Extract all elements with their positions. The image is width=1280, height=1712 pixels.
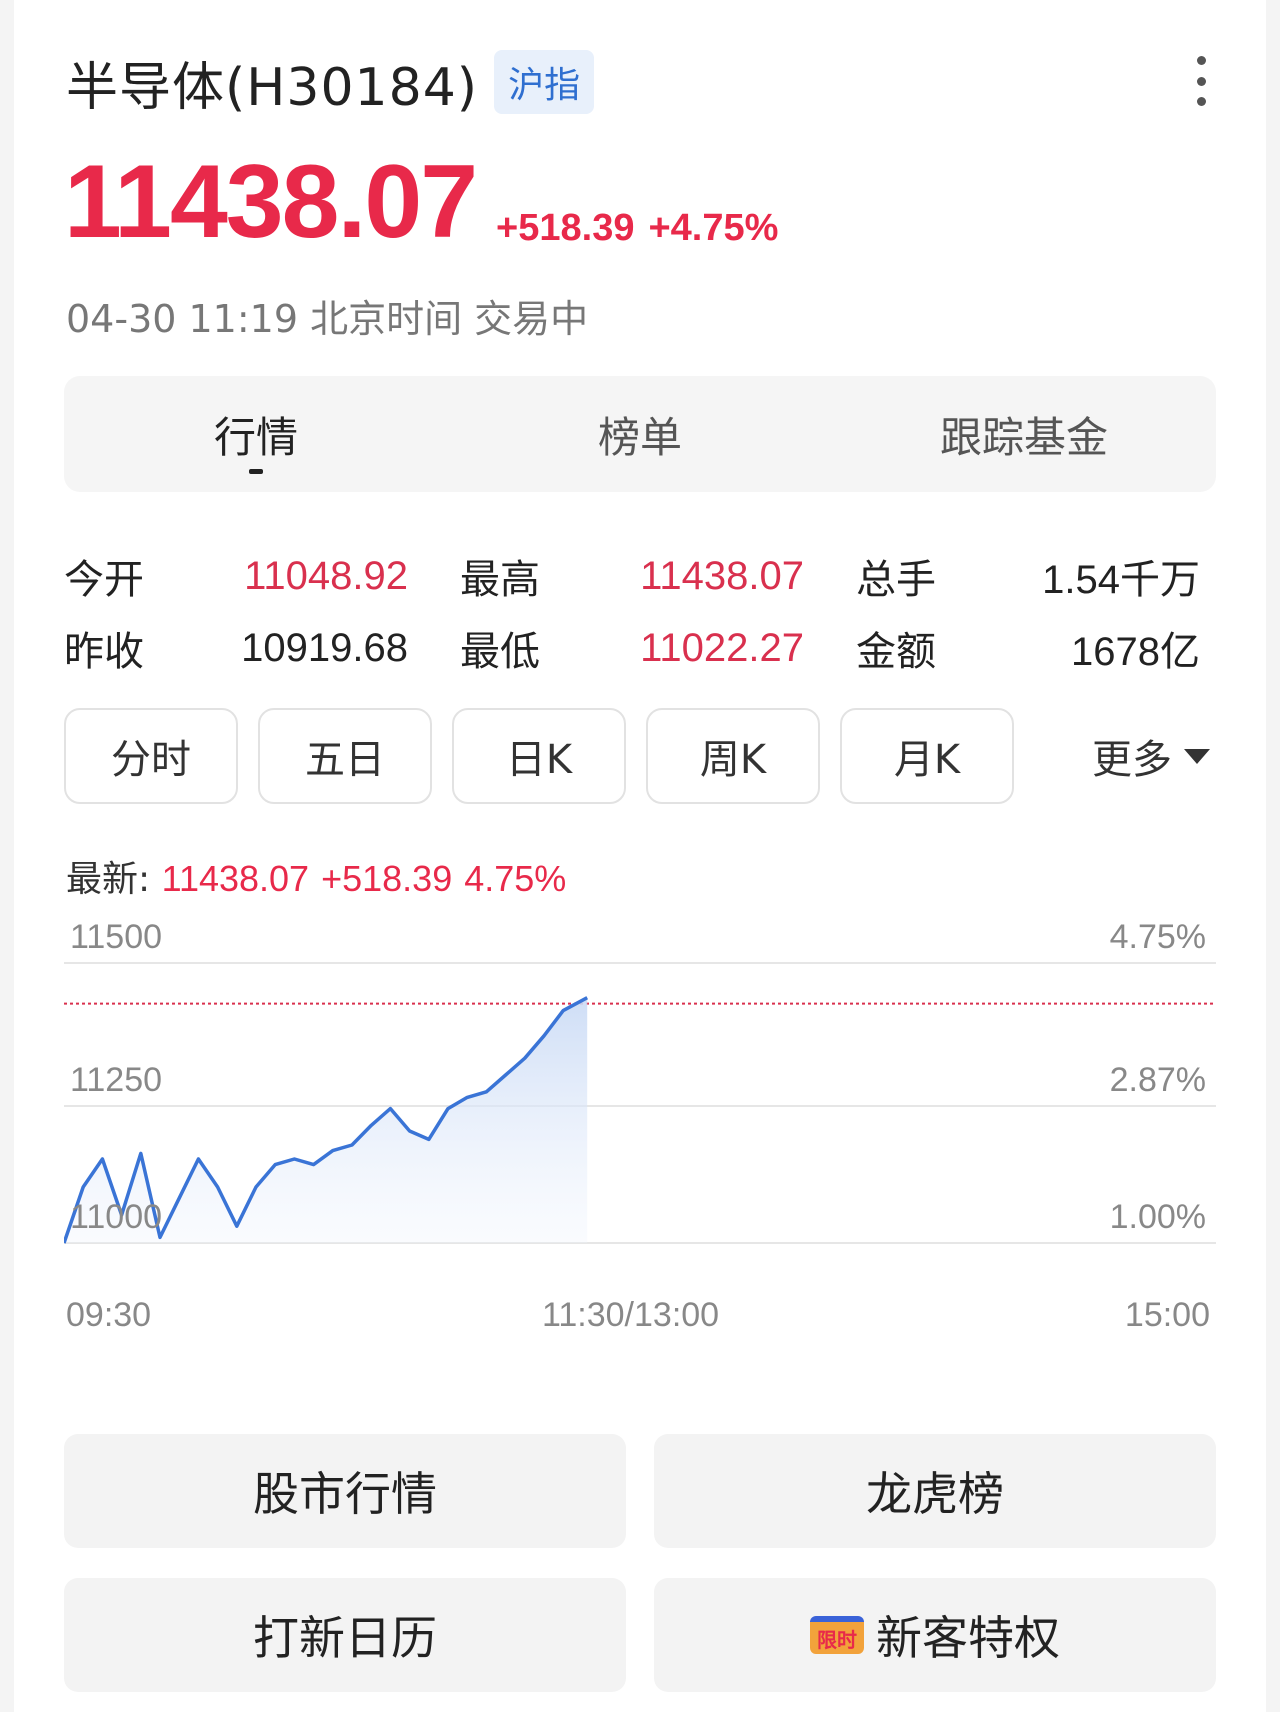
period-more-label: 更多 [1092,737,1172,783]
period-monthly-k-button[interactable]: 月K [840,708,1014,804]
period-intraday-button[interactable]: 分时 [64,708,238,804]
stat-value: 11048.92 [244,553,408,598]
stat-value: 11438.07 [640,553,804,598]
stat-value: 1678亿 [1071,630,1200,674]
stat-open: 今开 11048.92 [64,547,424,605]
y-axis-pct-tick-label: 2.87% [1109,1061,1206,1099]
stat-low: 最低 11022.27 [424,619,820,677]
stats-grid: 今开 11048.92 最高 11438.07 总手 1.54千万 昨收 109… [64,540,1216,684]
current-price: 11438.07 [64,144,478,260]
stat-turnover: 金额 1678亿 [820,619,1216,677]
price-row: 11438.07 +518.39 +4.75% [64,150,778,254]
dragon-tiger-list-button[interactable]: 龙虎榜 [654,1434,1216,1548]
y-axis-pct-tick-label: 4.75% [1109,918,1206,956]
stat-label: 总手 [856,557,936,603]
more-options-icon[interactable] [1190,56,1212,106]
tab-label: 跟踪基金 [939,412,1108,462]
index-title: 半导体(H30184) [66,57,479,118]
stat-label: 最高 [460,557,540,603]
tab-label: 行情 [213,412,298,462]
y-axis-tick-label: 11500 [70,918,163,956]
quick-link-label: 龙虎榜 [866,1467,1004,1521]
stat-label: 今开 [64,557,144,603]
period-selector: 分时 五日 日K 周K 月K 更多 [64,708,1216,804]
tab-bar: 行情 榜单 跟踪基金 [64,376,1216,492]
quick-link-label: 股市行情 [253,1467,437,1521]
stat-high: 最高 11438.07 [424,547,820,605]
trading-status: 04-30 11:19 北京时间 交易中 [66,297,589,341]
latest-label: 最新: [66,859,151,900]
quick-link-label: 打新日历 [253,1611,437,1665]
tab-rankings[interactable]: 榜单 [448,376,832,492]
stat-label: 金额 [856,629,936,675]
stat-value: 11022.27 [640,625,804,670]
y-axis-tick-label: 11250 [70,1061,163,1099]
period-weekly-k-button[interactable]: 周K [646,708,820,804]
stat-value: 10919.68 [241,625,408,670]
stats-row: 今开 11048.92 最高 11438.07 总手 1.54千万 [64,540,1216,612]
chart-canvas [64,962,1216,1244]
stock-market-button[interactable]: 股市行情 [64,1434,626,1548]
change-percent: +4.75% [648,207,779,249]
header: 半导体(H30184) 沪指 [66,46,595,118]
change-amount: +518.39 [496,207,635,249]
tab-tracking-funds[interactable]: 跟踪基金 [832,376,1216,492]
stat-label: 最低 [460,629,540,675]
y-axis-tick-label: 11000 [70,1198,163,1236]
stat-label: 昨收 [64,629,144,675]
period-more-dropdown[interactable]: 更多 [1092,727,1216,785]
new-customer-perks-button[interactable]: 限时 新客特权 [654,1578,1216,1692]
price-change: +518.39 +4.75% [496,207,778,250]
latest-quote: 最新: 11438.07 +518.39 4.75% [66,850,566,902]
limited-time-tag-icon: 限时 [810,1616,864,1654]
period-daily-k-button[interactable]: 日K [452,708,626,804]
stat-value: 1.54千万 [1042,558,1200,602]
quick-link-label: 新客特权 [876,1611,1060,1665]
y-axis-pct-tick-label: 1.00% [1109,1198,1206,1236]
period-5day-button[interactable]: 五日 [258,708,432,804]
chevron-down-icon [1184,748,1210,764]
stat-prev-close: 昨收 10919.68 [64,619,424,677]
exchange-badge: 沪指 [494,50,595,114]
latest-price: 11438.07 [161,858,310,899]
intraday-chart[interactable]: 11500 11250 11000 4.75% 2.87% 1.00% 09:30 11:30… [64,910,1216,1334]
x-axis-tick-label: 09:30 [66,1296,152,1334]
x-axis-tick-label: 15:00 [1124,1296,1210,1334]
latest-change-pct: 4.75% [464,858,567,899]
tab-market[interactable]: 行情 [64,376,448,492]
tab-label: 榜单 [597,412,682,462]
ipo-calendar-button[interactable]: 打新日历 [64,1578,626,1692]
tab-active-indicator [249,469,263,474]
stat-volume: 总手 1.54千万 [820,547,1216,605]
x-axis-tick-label: 11:30/13:00 [542,1296,720,1334]
stats-row: 昨收 10919.68 最低 11022.27 金额 1678亿 [64,612,1216,684]
latest-change: +518.39 [321,858,453,899]
